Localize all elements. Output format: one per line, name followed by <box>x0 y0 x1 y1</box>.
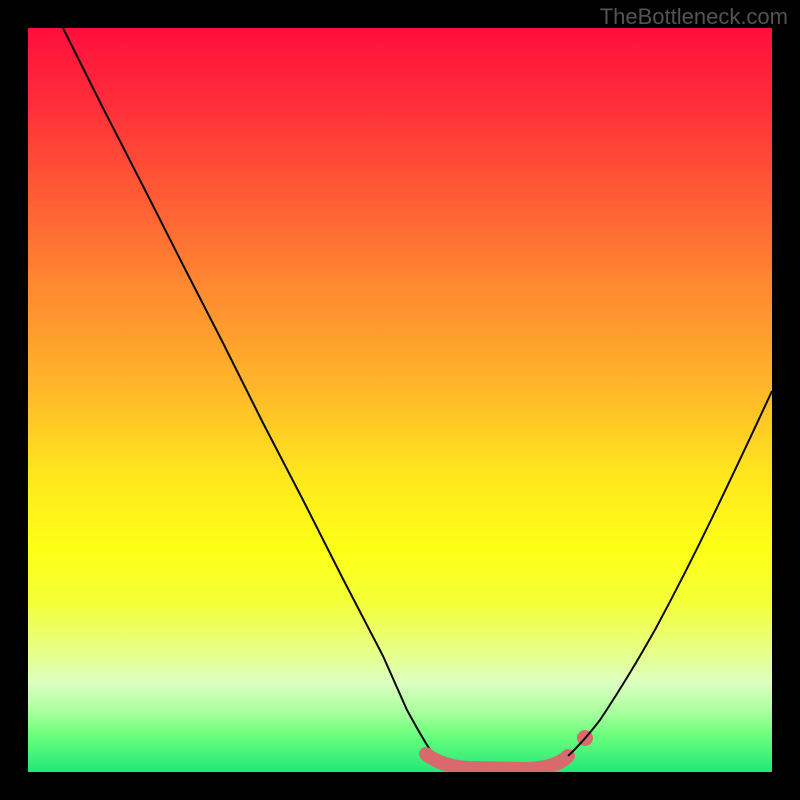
chart-area <box>28 28 772 772</box>
watermark-text: TheBottleneck.com <box>600 4 788 30</box>
trough-highlight <box>426 754 568 769</box>
left-branch-curve <box>63 28 433 754</box>
curve-overlay <box>28 28 772 772</box>
right-branch-curve <box>568 391 772 756</box>
